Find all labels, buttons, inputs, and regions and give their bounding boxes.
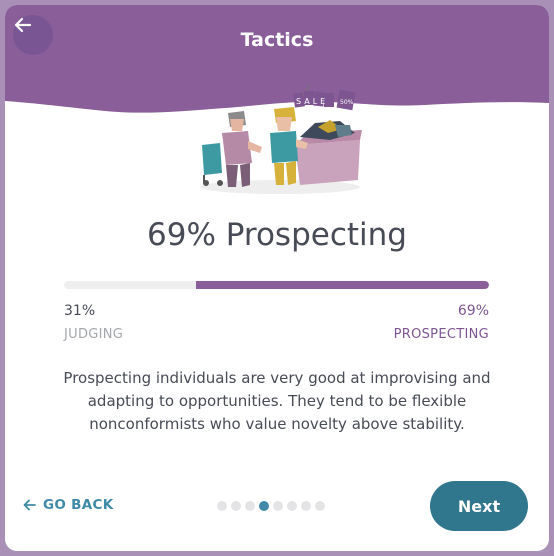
bargain-bin (295, 120, 362, 185)
progress-track (64, 281, 489, 289)
prospecting-label: PROSPECTING (393, 327, 489, 342)
page-dot (231, 501, 241, 511)
discount-tag-text: 50% (340, 99, 354, 106)
page-dot (287, 501, 297, 511)
arrow-left-icon (23, 499, 36, 511)
go-back-label: GO BACK (43, 497, 114, 513)
result-headline: 69% Prospecting (147, 217, 407, 253)
page-indicator (217, 501, 325, 511)
page-dot (301, 501, 311, 511)
result-description: Prospecting individuals are very good at… (63, 369, 491, 433)
next-button[interactable]: Next (430, 481, 528, 531)
judging-percent: 31% (64, 303, 96, 319)
shopping-illustration: SALE 50% (200, 85, 362, 194)
older-shopper-figure (222, 111, 262, 187)
shopping-cart (202, 143, 223, 186)
sale-tags: SALE 50% (293, 85, 356, 111)
sale-tag-text: SALE (296, 97, 328, 106)
page-dot (259, 501, 269, 511)
page-dot (245, 501, 255, 511)
prospecting-progress-fill (195, 281, 489, 289)
page-dot (217, 501, 227, 511)
go-back-button[interactable]: GO BACK (23, 497, 113, 513)
page-dot (273, 501, 283, 511)
result-card: Tactics SALE 50% 69% Prospecting 31% 69%… (5, 5, 549, 551)
page-title: Tactics (240, 29, 314, 51)
judging-label: JUDGING (64, 327, 124, 342)
page-dot (315, 501, 325, 511)
prospecting-percent: 69% (457, 303, 489, 319)
